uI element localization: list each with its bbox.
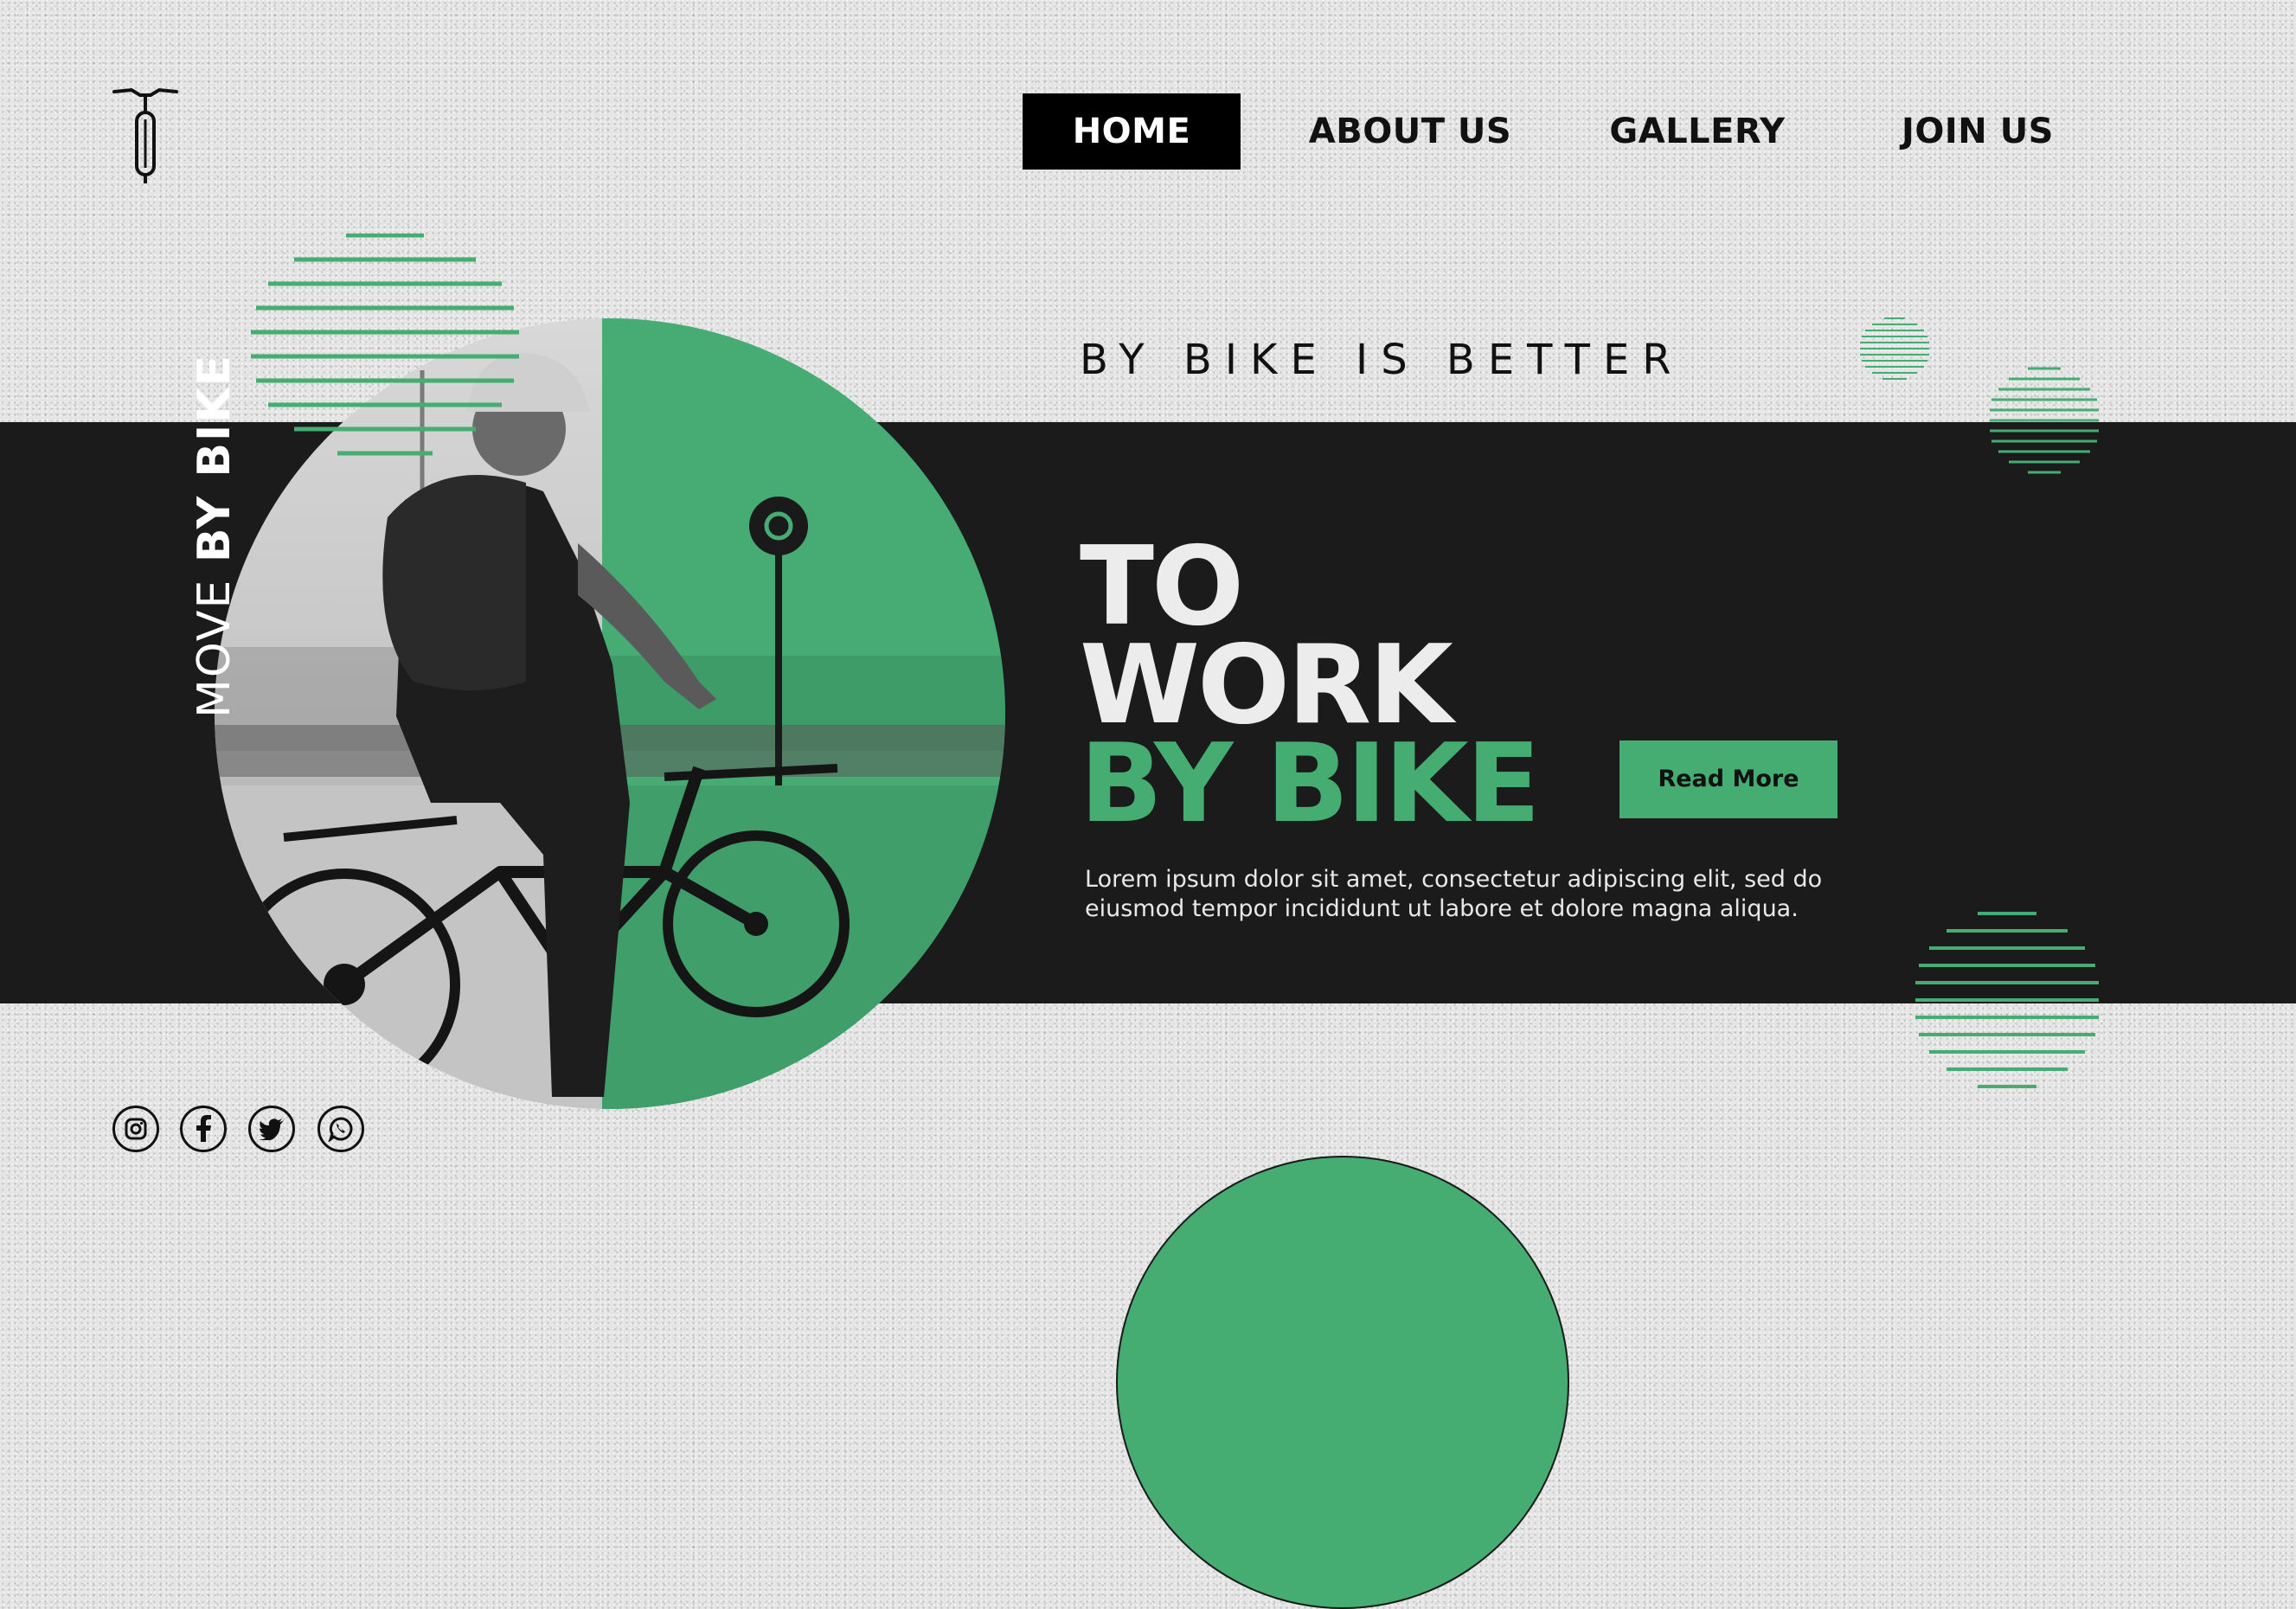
decor-stripes-right <box>1990 367 2099 474</box>
hero-tagline: BY BIKE IS BETTER <box>1080 336 1684 384</box>
decor-stripes-top-left <box>251 234 519 456</box>
decor-stripes-small <box>1860 317 1929 380</box>
bicycle-icon[interactable] <box>111 83 180 185</box>
headline-line-3: BY BIKE <box>1080 720 1541 847</box>
facebook-icon[interactable] <box>180 1106 227 1152</box>
nav-gallery[interactable]: GALLERY <box>1599 93 1796 170</box>
read-more-button[interactable]: Read More <box>1619 740 1837 818</box>
decor-circle-bottom <box>1116 1156 1569 1609</box>
nav-about-us[interactable]: ABOUT US <box>1298 93 1523 170</box>
vertical-slogan: MOVE BY BIKE <box>189 353 241 718</box>
nav-home[interactable]: HOME <box>1023 93 1241 170</box>
nav-join-us[interactable]: JOIN US <box>1891 93 2064 170</box>
instagram-icon[interactable] <box>112 1106 159 1152</box>
hero-body-text: Lorem ipsum dolor sit amet, consectetur … <box>1085 866 1823 922</box>
twitter-icon[interactable] <box>248 1106 295 1152</box>
whatsapp-icon[interactable] <box>317 1106 364 1152</box>
decor-stripes-bottom-right <box>1915 912 2099 1088</box>
